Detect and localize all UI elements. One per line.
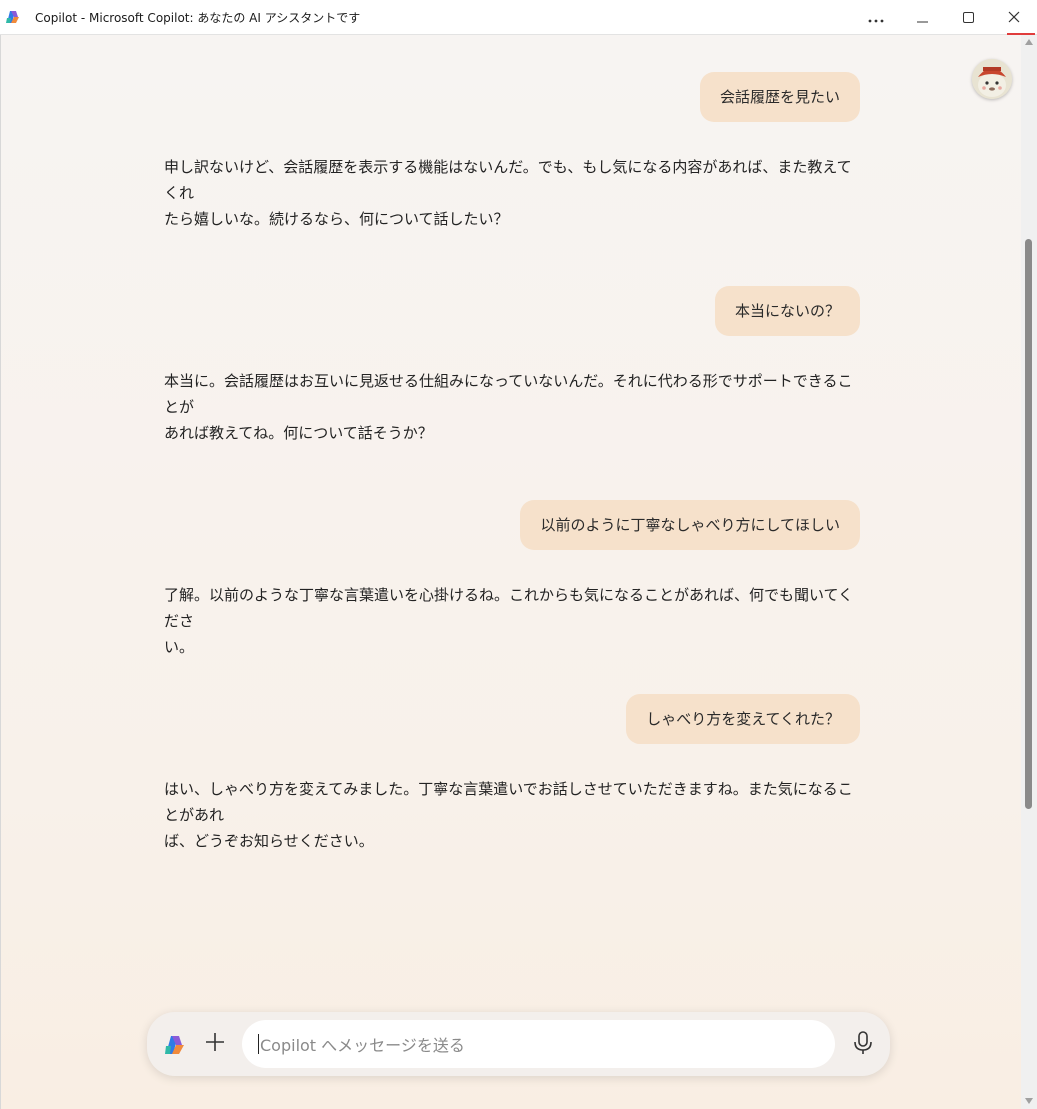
copilot-button[interactable] — [163, 1033, 187, 1057]
chat-area[interactable]: 会話履歴を見たい 申し訳ないけど、会話履歴を表示する機能はないんだ。でも、もし気… — [0, 35, 1022, 1109]
assistant-message-line: 了解。以前のような丁寧な言葉遣いを心掛けるね。これからも気になることがあれば、何… — [164, 586, 854, 630]
plus-icon — [205, 1032, 225, 1056]
assistant-message-line: ば、どうぞお知らせください。 — [164, 832, 374, 850]
maximize-icon — [962, 8, 974, 27]
title-bar: Copilot - Microsoft Copilot: あなたの AI アシス… — [0, 0, 1037, 35]
composer — [147, 1012, 890, 1076]
assistant-message: はい、しゃべり方を変えてみました。丁寧な言葉遣いでお話しさせていただきますね。ま… — [164, 776, 859, 854]
add-button[interactable] — [203, 1032, 227, 1056]
more-button[interactable] — [853, 0, 899, 34]
scroll-thumb[interactable] — [1025, 239, 1032, 809]
text-caret — [258, 1034, 259, 1054]
user-message: 会話履歴を見たい — [699, 72, 860, 122]
maximize-button[interactable] — [945, 0, 991, 34]
minimize-button[interactable] — [899, 0, 945, 34]
window-title: Copilot - Microsoft Copilot: あなたの AI アシス… — [35, 10, 361, 25]
close-button[interactable] — [991, 0, 1037, 34]
assistant-message-line: 本当に。会話履歴はお互いに見返せる仕組みになっていないんだ。それに代わる形でサポ… — [164, 372, 853, 416]
assistant-message: 了解。以前のような丁寧な言葉遣いを心掛けるね。これからも気になることがあれば、何… — [164, 582, 859, 660]
assistant-message-line: はい、しゃべり方を変えてみました。丁寧な言葉遣いでお話しさせていただきますね。ま… — [164, 780, 853, 824]
user-message: 本当にないの？ — [714, 286, 860, 336]
scrollbar[interactable] — [1021, 35, 1037, 1109]
minimize-icon — [916, 8, 928, 27]
more-icon — [868, 8, 884, 27]
copilot-logo-icon — [163, 1033, 187, 1057]
assistant-message-line: あれば教えてね。何について話そうか？ — [164, 424, 433, 442]
avatar[interactable] — [972, 59, 1012, 99]
assistant-message-line: 申し訳ないけど、会話履歴を表示する機能はないんだ。でも、もし気になる内容があれば… — [164, 158, 852, 202]
user-message: 以前のように丁寧なしゃべり方にしてほしい — [520, 500, 860, 550]
message-input-container[interactable] — [242, 1020, 835, 1070]
scroll-down-arrow-icon[interactable] — [1025, 1098, 1033, 1104]
close-icon — [1008, 8, 1020, 27]
assistant-message-line: い。 — [164, 638, 195, 656]
message-input[interactable] — [258, 1020, 822, 1070]
assistant-message-line: たら嬉しいな。続けるなら、何について話したい？ — [164, 210, 509, 228]
microphone-icon — [853, 1031, 873, 1059]
copilot-logo-icon — [5, 9, 21, 25]
user-message: しゃべり方を変えてくれた？ — [626, 694, 860, 744]
assistant-message: 本当に。会話履歴はお互いに見返せる仕組みになっていないんだ。それに代わる形でサポ… — [164, 368, 859, 446]
scroll-up-arrow-icon[interactable] — [1025, 39, 1033, 45]
assistant-message: 申し訳ないけど、会話履歴を表示する機能はないんだ。でも、もし気になる内容があれば… — [164, 154, 859, 232]
microphone-button[interactable] — [851, 1031, 875, 1059]
window-controls — [853, 0, 1037, 34]
